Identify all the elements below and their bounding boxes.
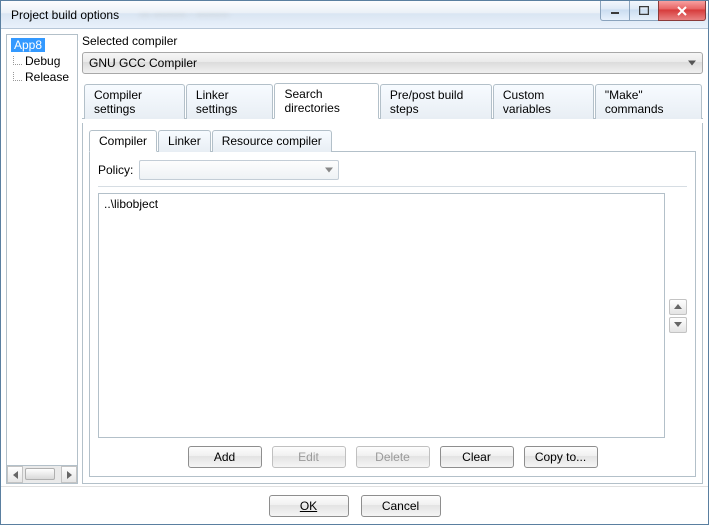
maximize-icon	[639, 6, 649, 15]
tree-child-node[interactable]: Release	[9, 69, 75, 85]
minimize-button[interactable]	[600, 1, 630, 21]
right-content: Selected compiler GNU GCC Compiler Compi…	[82, 34, 703, 484]
tab-compiler[interactable]: Compiler	[89, 130, 157, 152]
client-area: App8 Debug Release Selected compiler GNU…	[1, 29, 708, 524]
tab-search-directories[interactable]: Search directories	[274, 83, 378, 119]
tree-root-node[interactable]: App8	[9, 37, 75, 53]
chevron-left-icon	[13, 471, 18, 479]
scroll-track[interactable]	[23, 466, 61, 483]
tab-prepost-build[interactable]: Pre/post build steps	[380, 84, 492, 119]
ok-button[interactable]: OK	[269, 495, 349, 517]
inner-tab-panel: Policy: ..\libobject	[89, 152, 696, 477]
inner-tabstrip: Compiler Linker Resource compiler	[89, 129, 696, 152]
move-up-button[interactable]	[669, 299, 687, 315]
add-button[interactable]: Add	[188, 446, 262, 468]
window-title: Project build options	[1, 8, 119, 22]
target-tree-panel: App8 Debug Release	[6, 34, 78, 484]
tab-make-commands[interactable]: "Make" commands	[595, 84, 702, 119]
scroll-right-button[interactable]	[61, 466, 77, 483]
policy-label: Policy:	[98, 163, 133, 177]
dialog-buttons: OK Cancel	[1, 486, 708, 524]
tab-custom-variables[interactable]: Custom variables	[493, 84, 594, 119]
cancel-button[interactable]: Cancel	[361, 495, 441, 517]
move-down-button[interactable]	[669, 317, 687, 333]
chevron-up-icon	[674, 304, 682, 309]
compiler-combo-value: GNU GCC Compiler	[89, 56, 197, 70]
policy-combo[interactable]	[139, 160, 339, 180]
scroll-thumb[interactable]	[25, 468, 55, 480]
window-controls	[601, 1, 708, 28]
chevron-down-icon	[674, 322, 682, 327]
title-bar: Project build options — ——— · ———	[1, 1, 708, 29]
scroll-left-button[interactable]	[7, 466, 23, 483]
tab-compiler-settings[interactable]: Compiler settings	[84, 84, 185, 119]
maximize-button[interactable]	[629, 1, 659, 21]
chevron-right-icon	[67, 471, 72, 479]
outer-tab-panel: Compiler Linker Resource compiler Policy…	[82, 123, 703, 484]
tree-child-node[interactable]: Debug	[9, 53, 75, 69]
title-blurred: — ——— · ———	[139, 9, 229, 21]
chevron-down-icon	[325, 168, 333, 173]
reorder-buttons	[669, 193, 687, 438]
edit-button[interactable]: Edit	[272, 446, 346, 468]
tab-linker-settings[interactable]: Linker settings	[186, 84, 274, 119]
close-icon	[676, 6, 688, 16]
close-button[interactable]	[658, 1, 706, 21]
chevron-down-icon	[688, 61, 696, 66]
ok-label: OK	[300, 499, 317, 513]
target-tree[interactable]: App8 Debug Release	[6, 34, 78, 466]
tree-root-label: App8	[11, 38, 45, 52]
separator	[98, 186, 687, 187]
copy-to-button[interactable]: Copy to...	[524, 446, 598, 468]
clear-button[interactable]: Clear	[440, 446, 514, 468]
tree-hscrollbar[interactable]	[6, 466, 78, 484]
directories-listbox[interactable]: ..\libobject	[98, 193, 665, 438]
tab-resource-compiler[interactable]: Resource compiler	[212, 130, 332, 152]
compiler-combo[interactable]: GNU GCC Compiler	[82, 52, 703, 74]
outer-tabstrip: Compiler settings Linker settings Search…	[82, 82, 703, 119]
delete-button[interactable]: Delete	[356, 446, 430, 468]
tab-linker[interactable]: Linker	[158, 130, 211, 152]
list-item[interactable]: ..\libobject	[104, 197, 659, 211]
list-buttons-row: Add Edit Delete Clear Copy to...	[98, 446, 687, 468]
minimize-icon	[610, 7, 620, 15]
window: Project build options — ——— · ——— App8 D…	[0, 0, 709, 525]
selected-compiler-label: Selected compiler	[82, 34, 703, 48]
